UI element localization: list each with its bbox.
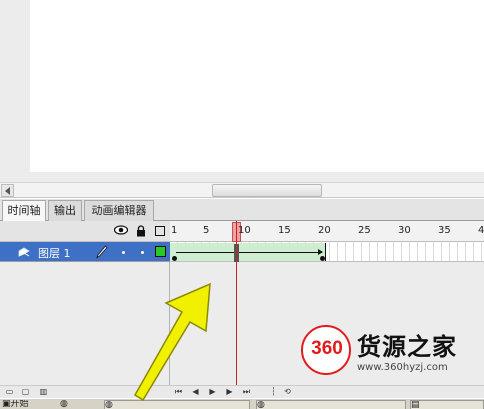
scroll-thumb[interactable] <box>212 184 322 197</box>
ruler-tick-label: 5 <box>203 225 210 236</box>
playhead-line <box>236 221 237 385</box>
new-layer-icon[interactable]: ▭ <box>4 387 15 397</box>
watermark: 360 货源之家 www.360hyzj.com <box>301 325 484 381</box>
layer-row[interactable]: 图层 1 <box>0 242 170 262</box>
onion-skin-icon[interactable]: ┆ <box>268 387 279 397</box>
frame-row[interactable] <box>170 242 484 262</box>
first-frame-icon[interactable]: ⏮ <box>173 387 184 397</box>
horizontal-scrollbar[interactable] <box>0 182 484 198</box>
lock-icon[interactable] <box>136 225 146 237</box>
last-frame-icon[interactable]: ⏭ <box>241 387 252 397</box>
lock-toggle[interactable] <box>141 251 144 254</box>
play-icon[interactable]: ▶ <box>207 387 218 397</box>
timeline-controls: ▭ ▢ ▥ ⏮ ◀ ▶ ▶ ⏭ ┆ ⟲ <box>0 385 484 398</box>
step-forward-icon[interactable]: ▶ <box>224 387 235 397</box>
stage-area <box>0 0 484 182</box>
tab-output[interactable]: 输出 <box>48 200 82 221</box>
watermark-title: 货源之家 <box>357 333 457 361</box>
layer-list-empty-area <box>0 262 169 385</box>
scroll-left-button[interactable] <box>1 184 14 197</box>
ruler-tick-label: 30 <box>398 225 411 236</box>
stage-canvas[interactable] <box>30 0 484 172</box>
taskbar-item[interactable]: ◍ <box>256 400 406 409</box>
layer-icon <box>18 247 30 257</box>
eye-icon[interactable] <box>114 225 128 235</box>
layer-name[interactable]: 图层 1 <box>38 245 71 261</box>
watermark-badge-text: 360 <box>311 338 343 359</box>
keyframe-start[interactable] <box>172 256 177 261</box>
ruler-tick-label: 10 <box>238 225 251 236</box>
ruler-tick-label: 15 <box>278 225 291 236</box>
delete-icon[interactable]: ▥ <box>38 387 49 397</box>
new-folder-icon[interactable]: ▢ <box>20 387 31 397</box>
visibility-toggle[interactable] <box>122 251 125 254</box>
watermark-url: www.360hyzj.com <box>357 362 448 373</box>
ruler-tick-label: 20 <box>318 225 331 236</box>
panel-tabs: 时间轴 输出 动画编辑器 <box>0 199 484 222</box>
loop-icon[interactable]: ⟲ <box>282 387 293 397</box>
start-button[interactable]: ▣开始 <box>2 400 42 409</box>
tab-motion-editor[interactable]: 动画编辑器 <box>84 200 154 221</box>
ruler-tick-label: 40 <box>478 225 484 236</box>
taskbar-item[interactable]: ◍ <box>104 400 250 409</box>
step-back-icon[interactable]: ◀ <box>190 387 201 397</box>
windows-taskbar: ▣开始 ◍ ◍ ◍ ▤ <box>0 398 484 409</box>
ruler-tick-label: 25 <box>358 225 371 236</box>
motion-tween-span[interactable] <box>170 243 326 262</box>
layer-header <box>0 221 170 242</box>
ruler-tick-label: 35 <box>438 225 451 236</box>
ruler-tick-label: 1 <box>171 225 178 236</box>
taskbar-item[interactable]: ▤ <box>410 400 484 409</box>
keyframe-end[interactable] <box>320 256 325 261</box>
layer-color-swatch[interactable] <box>155 246 166 257</box>
frame-ruler[interactable]: 1510152025303540 <box>170 221 484 242</box>
tab-timeline[interactable]: 时间轴 <box>2 200 46 222</box>
pencil-icon <box>96 245 108 259</box>
taskbar-item[interactable]: ◍ <box>60 400 98 409</box>
outline-icon[interactable] <box>155 226 165 236</box>
tween-arrow <box>176 249 323 255</box>
